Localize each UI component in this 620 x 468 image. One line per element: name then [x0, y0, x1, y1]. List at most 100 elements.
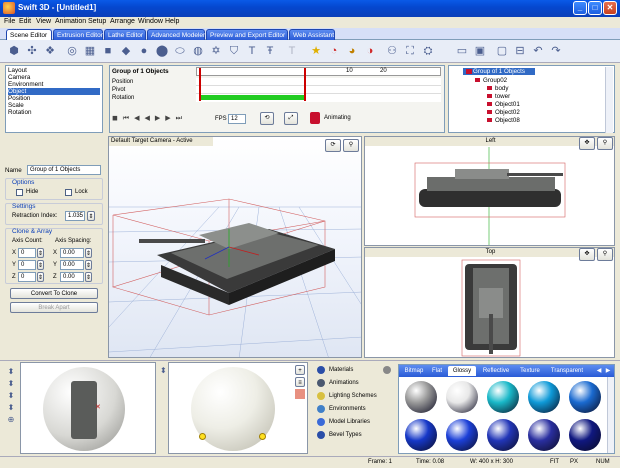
- light-icon[interactable]: ★: [308, 43, 324, 59]
- light-marker[interactable]: [199, 433, 206, 440]
- z-spacing-stepper[interactable]: ⇕: [85, 272, 92, 282]
- x-spacing-input[interactable]: 0.00: [60, 248, 84, 258]
- remove-light-icon[interactable]: [295, 389, 305, 399]
- material-swatch[interactable]: [569, 381, 601, 413]
- tab-scene-editor[interactable]: Scene Editor: [6, 29, 52, 40]
- refraction-stepper[interactable]: ⇕: [87, 211, 95, 221]
- x-spacing-stepper[interactable]: ⇕: [85, 248, 92, 258]
- disabled-tool-icon[interactable]: T: [284, 43, 300, 59]
- tab-lathe-editor[interactable]: Lathe Editor: [104, 29, 146, 40]
- y-spacing-stepper[interactable]: ⇕: [85, 260, 92, 270]
- z-spacing-input[interactable]: 0.00: [60, 272, 84, 282]
- playback-controls[interactable]: ◼⏮◀◀▶▶⏭: [112, 114, 212, 124]
- gallery-tab-texture[interactable]: Texture: [516, 366, 544, 376]
- hide-checkbox[interactable]: [16, 189, 23, 196]
- tank-top-model[interactable]: [465, 264, 517, 354]
- list-item[interactable]: Layout: [8, 67, 27, 74]
- list-item[interactable]: Rotation: [8, 109, 31, 116]
- gallery-tab-transparent[interactable]: Transparent: [546, 366, 588, 376]
- torus-icon[interactable]: ◎: [64, 43, 80, 59]
- apply-material-icon[interactable]: [383, 366, 391, 374]
- layout-split-icon[interactable]: ⊟: [512, 43, 528, 59]
- fps-input[interactable]: 12: [228, 114, 246, 124]
- add-light-icon[interactable]: +: [295, 365, 305, 375]
- playhead-marker[interactable]: [199, 68, 201, 101]
- text-icon[interactable]: T: [244, 43, 260, 59]
- track-pivot[interactable]: [196, 86, 441, 94]
- menu-arrange[interactable]: Arrange: [110, 18, 135, 25]
- gallery-next-icon[interactable]: ▶: [604, 366, 612, 376]
- cylinder-icon[interactable]: ⬤: [154, 43, 170, 59]
- light-marker[interactable]: [259, 433, 266, 440]
- tab-web-assistant[interactable]: Web Assistant: [289, 29, 335, 40]
- zoom-icon[interactable]: ⚲: [343, 139, 359, 152]
- material-swatch[interactable]: [569, 419, 601, 451]
- y-count-stepper[interactable]: ⇕: [37, 260, 44, 270]
- material-swatch[interactable]: [487, 381, 519, 413]
- y-count-input[interactable]: 0: [18, 260, 36, 270]
- keyframe-icon[interactable]: ⤢: [284, 112, 298, 125]
- gallery-prev-icon[interactable]: ◀: [595, 366, 603, 376]
- ring-icon[interactable]: ◍: [190, 43, 206, 59]
- material-swatch[interactable]: [405, 381, 437, 413]
- lock-checkbox[interactable]: [65, 189, 72, 196]
- gallery-tab-glossy[interactable]: Glossy: [448, 366, 476, 376]
- maximize-button[interactable]: □: [588, 1, 602, 15]
- light-options-icon[interactable]: ≡: [295, 377, 305, 387]
- gallery-tab-bitmap[interactable]: Bitmap: [402, 366, 426, 376]
- list-item[interactable]: Environment: [8, 81, 43, 88]
- tab-preview-export[interactable]: Preview and Export Editor: [206, 29, 288, 40]
- close-button[interactable]: ✕: [603, 1, 617, 15]
- rotation-tools[interactable]: ⬍ ⬍ ⬍ ⬍ ⊕: [5, 366, 17, 426]
- gallery-category[interactable]: Animations: [329, 380, 359, 386]
- menu-help[interactable]: Help: [165, 18, 179, 25]
- gallery-tab-flat[interactable]: Flat: [428, 366, 446, 376]
- timeline-ruler[interactable]: [196, 67, 441, 76]
- minimize-button[interactable]: _: [573, 1, 587, 15]
- disc-icon[interactable]: ⬭: [172, 43, 188, 59]
- redo-icon[interactable]: ↷: [548, 43, 564, 59]
- tree-scrollbar[interactable]: [605, 67, 613, 133]
- menu-animation[interactable]: Animation: [55, 18, 86, 25]
- pyramid-icon[interactable]: ◆: [118, 43, 134, 59]
- light-tools[interactable]: ⬍: [160, 366, 168, 396]
- y-spacing-input[interactable]: 0.00: [60, 260, 84, 270]
- gallery-tab-reflective[interactable]: Reflective: [478, 366, 514, 376]
- menu-edit[interactable]: Edit: [19, 18, 31, 25]
- orbit-icon[interactable]: ⟳: [325, 139, 341, 152]
- spotlight-icon[interactable]: ◔: [326, 43, 342, 59]
- render-icon[interactable]: ▣: [472, 43, 488, 59]
- sphere-icon[interactable]: ●: [136, 43, 152, 59]
- break-apart-button[interactable]: Break Apart: [10, 302, 98, 313]
- bulb-icon[interactable]: ◕: [344, 43, 360, 59]
- material-swatch[interactable]: [528, 419, 560, 451]
- menu-setup[interactable]: Setup: [88, 18, 106, 25]
- text-3d-icon[interactable]: Ŧ: [262, 43, 278, 59]
- layout-single-icon[interactable]: ▢: [494, 43, 510, 59]
- list-item[interactable]: Scale: [8, 102, 24, 109]
- material-swatch[interactable]: [405, 419, 437, 451]
- group-icon[interactable]: ❖: [42, 43, 58, 59]
- list-item[interactable]: Camera: [8, 74, 30, 81]
- gallery-scrollbar[interactable]: [607, 377, 614, 453]
- end-marker[interactable]: [304, 68, 306, 101]
- gallery-category[interactable]: Environments: [329, 406, 366, 412]
- gallery-category[interactable]: Materials: [329, 367, 353, 373]
- trackball-icon[interactable]: ◑: [362, 43, 378, 59]
- material-swatch[interactable]: [528, 381, 560, 413]
- gallery-category[interactable]: Lighting Schemes: [329, 393, 377, 399]
- undo-icon[interactable]: ↶: [530, 43, 546, 59]
- rotation-keyframe-span[interactable]: [201, 95, 304, 100]
- menu-file[interactable]: File: [4, 18, 15, 25]
- menu-window[interactable]: Window: [138, 18, 163, 25]
- tab-advanced-modeler[interactable]: Advanced Modeler: [147, 29, 205, 40]
- lighting-viewport[interactable]: + ≡: [168, 362, 308, 454]
- material-swatch[interactable]: [487, 419, 519, 451]
- track-position[interactable]: [196, 78, 441, 86]
- camera-icon[interactable]: ⚇: [384, 43, 400, 59]
- menu-view[interactable]: View: [36, 18, 51, 25]
- trackball-viewport[interactable]: ✕: [20, 362, 156, 454]
- shield-icon[interactable]: ⛉: [226, 43, 242, 59]
- move-icon[interactable]: ✣: [24, 43, 40, 59]
- gallery-category[interactable]: Model Libraries: [329, 419, 370, 425]
